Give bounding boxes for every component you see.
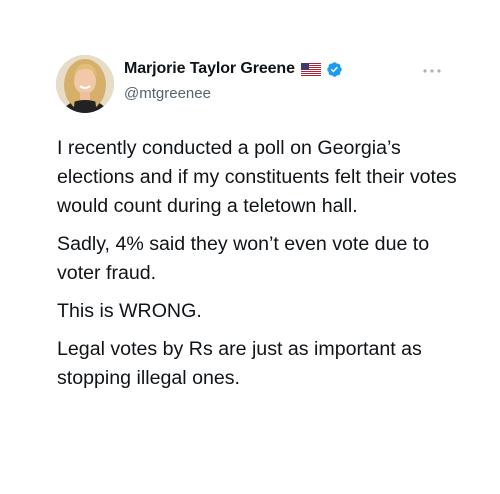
author-handle[interactable]: @mtgreenee [124, 85, 211, 102]
tweet-paragraph: Legal votes by Rs are just as important … [57, 338, 422, 389]
tweet-text: I recently conducted a poll on Georgia’s… [57, 134, 467, 402]
author-name-row: Marjorie Taylor Greene [124, 60, 343, 78]
us-flag-icon [300, 62, 321, 76]
tweet-paragraph: Sadly, 4% said they won’t even vote due … [57, 233, 430, 284]
tweet-paragraph: This is WRONG. [57, 300, 202, 322]
verified-badge-icon [326, 61, 343, 78]
author-display-name[interactable]: Marjorie Taylor Greene [124, 60, 295, 78]
avatar[interactable] [56, 55, 114, 113]
tweet-paragraph: I recently conducted a poll on Georgia’s… [57, 137, 457, 217]
more-options-icon[interactable] [420, 64, 444, 76]
tweet-card: Marjorie Taylor Greene @mtgreenee I rece… [0, 0, 500, 494]
